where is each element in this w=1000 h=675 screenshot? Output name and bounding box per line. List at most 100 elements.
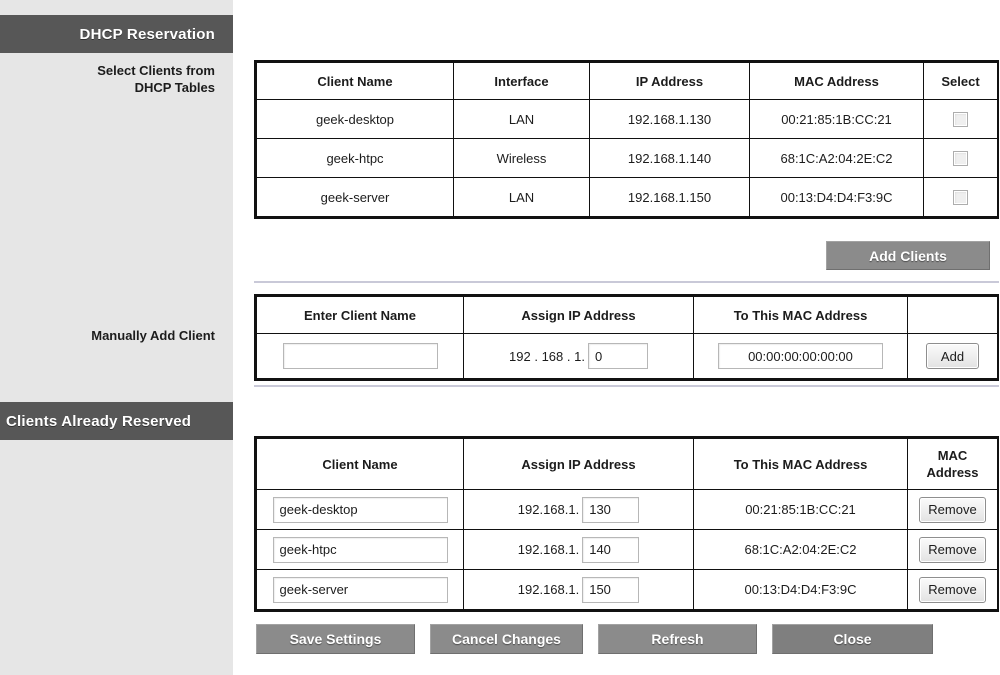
column-header-mac-address: MAC Address — [907, 438, 998, 490]
column-header-mac-address-line2: Address — [926, 465, 979, 480]
cell-mac-address: 68:1C:A2:04:2E:C2 — [693, 529, 908, 570]
column-header-mac-address-line1: MAC — [937, 448, 968, 463]
cell-remove-action: Remove — [907, 529, 998, 570]
cell-assign-ip-address: 192 . 168 . 1. — [463, 333, 694, 379]
close-button[interactable]: Close — [772, 624, 933, 654]
reserved-ip-prefix-label-1: 192.168.1. — [517, 542, 580, 557]
cell-select — [923, 177, 998, 217]
cell-ip-address: 192.168.1.150 — [589, 177, 750, 217]
cell-client-name — [256, 569, 464, 610]
cancel-changes-button[interactable]: Cancel Changes — [430, 624, 583, 654]
reserved-clients-table: Client Name Assign IP Address To This MA… — [254, 436, 999, 612]
footer-button-bar: Save Settings Cancel Changes Refresh Clo… — [256, 624, 933, 654]
manual-ip-prefix-label: 192 . 168 . 1. — [509, 348, 585, 364]
remove-button-2[interactable]: Remove — [919, 576, 986, 603]
label-select-clients-from-dhcp-tables: Select Clients from DHCP Tables — [5, 62, 215, 96]
cell-ip-address: 192.168.1.140 — [589, 138, 750, 178]
section-header-dhcp-reservation-label: DHCP Reservation — [79, 25, 215, 43]
label-select-clients-line1: Select Clients from — [97, 63, 215, 78]
manual-client-name-input[interactable] — [282, 343, 438, 369]
cell-mac-address: 00:13:D4:D4:F3:9C — [693, 569, 908, 610]
manual-add-button[interactable]: Add — [925, 343, 980, 369]
cell-mac-address: 00:13:D4:D4:F3:9C — [749, 177, 924, 217]
cell-remove-action: Remove — [907, 569, 998, 610]
reserved-client-name-input-2[interactable] — [272, 576, 448, 603]
remove-button-0[interactable]: Remove — [919, 496, 986, 523]
cell-to-this-mac-address — [693, 333, 908, 379]
column-header-interface: Interface — [453, 62, 590, 100]
cell-interface: LAN — [453, 99, 590, 139]
reserved-ip-prefix-label-2: 192.168.1. — [517, 582, 580, 597]
dhcp-reservation-page: DHCP Reservation Select Clients from DHC… — [0, 0, 1000, 675]
cell-ip-address: 192.168.1.130 — [589, 99, 750, 139]
cell-client-name: geek-htpc — [256, 138, 454, 178]
table-row: geek-server LAN 192.168.1.150 00:13:D4:D… — [256, 177, 998, 217]
reserved-ip-last-octet-input-0[interactable] — [582, 496, 640, 523]
cell-client-name — [256, 529, 464, 570]
column-header-to-this-mac-address: To This MAC Address — [693, 296, 908, 334]
reserved-ip-group-1: 192.168.1. — [464, 536, 693, 563]
add-clients-button[interactable]: Add Clients — [826, 241, 990, 270]
save-settings-button-label: Save Settings — [289, 631, 382, 647]
column-header-enter-client-name: Enter Client Name — [256, 296, 464, 334]
manual-mac-address-input[interactable] — [718, 343, 883, 369]
reserved-client-name-input-1[interactable] — [272, 536, 448, 563]
table-row: 192.168.1. 68:1C:A2:04:2E:C2 Remove — [256, 529, 998, 570]
divider-bottom — [254, 385, 999, 387]
select-checkbox-geek-server[interactable] — [953, 190, 968, 206]
manual-ip-address-group: 192 . 168 . 1. — [464, 343, 693, 369]
column-header-assign-ip-address: Assign IP Address — [463, 438, 694, 490]
table-header-row: Client Name Interface IP Address MAC Add… — [256, 62, 998, 100]
close-button-label: Close — [833, 631, 872, 647]
column-header-mac-address: MAC Address — [749, 62, 924, 100]
column-header-ip-address: IP Address — [589, 62, 750, 100]
dhcp-clients-table: Client Name Interface IP Address MAC Add… — [254, 60, 999, 219]
cell-client-name: geek-server — [256, 177, 454, 217]
cell-client-name: geek-desktop — [256, 99, 454, 139]
section-header-dhcp-reservation: DHCP Reservation — [0, 15, 233, 53]
save-settings-button[interactable]: Save Settings — [256, 624, 415, 654]
label-select-clients-line2: DHCP Tables — [134, 80, 215, 95]
reserved-ip-last-octet-input-2[interactable] — [582, 576, 640, 603]
cell-select — [923, 138, 998, 178]
cell-mac-address: 68:1C:A2:04:2E:C2 — [749, 138, 924, 178]
cell-client-name — [256, 489, 464, 530]
section-header-clients-already-reserved: Clients Already Reserved — [0, 402, 233, 440]
column-header-select: Select — [923, 62, 998, 100]
reserved-ip-last-octet-input-1[interactable] — [582, 536, 640, 563]
table-row: 192.168.1. 00:21:85:1B:CC:21 Remove — [256, 489, 998, 530]
column-header-client-name: Client Name — [256, 438, 464, 490]
cell-assign-ip-address: 192.168.1. — [463, 569, 694, 610]
main-content: Client Name Interface IP Address MAC Add… — [233, 0, 1000, 675]
cell-assign-ip-address: 192.168.1. — [463, 529, 694, 570]
select-checkbox-geek-desktop[interactable] — [953, 112, 968, 128]
column-header-to-this-mac-address: To This MAC Address — [693, 438, 908, 490]
reserved-ip-group-0: 192.168.1. — [464, 496, 693, 523]
cell-mac-address: 00:21:85:1B:CC:21 — [749, 99, 924, 139]
table-row: 192.168.1. 00:13:D4:D4:F3:9C Remove — [256, 569, 998, 610]
cell-select — [923, 99, 998, 139]
manual-ip-last-octet-input[interactable] — [587, 343, 648, 369]
reserved-client-name-input-0[interactable] — [272, 496, 448, 523]
cell-mac-address: 00:21:85:1B:CC:21 — [693, 489, 908, 530]
table-header-row: Enter Client Name Assign IP Address To T… — [256, 296, 998, 334]
column-header-manual-action — [907, 296, 998, 334]
cell-enter-client-name — [256, 333, 464, 379]
add-clients-button-label: Add Clients — [869, 247, 947, 264]
table-header-row: Client Name Assign IP Address To This MA… — [256, 438, 998, 490]
cell-interface: LAN — [453, 177, 590, 217]
remove-button-1[interactable]: Remove — [919, 536, 986, 563]
cancel-changes-button-label: Cancel Changes — [452, 631, 561, 647]
divider-top — [254, 281, 999, 283]
table-row: geek-desktop LAN 192.168.1.130 00:21:85:… — [256, 99, 998, 139]
manual-add-client-table: Enter Client Name Assign IP Address To T… — [254, 294, 999, 381]
cell-assign-ip-address: 192.168.1. — [463, 489, 694, 530]
refresh-button[interactable]: Refresh — [598, 624, 757, 654]
table-row: 192 . 168 . 1. Add — [256, 333, 998, 379]
cell-manual-add-action: Add — [907, 333, 998, 379]
cell-remove-action: Remove — [907, 489, 998, 530]
column-header-assign-ip-address: Assign IP Address — [463, 296, 694, 334]
select-checkbox-geek-htpc[interactable] — [953, 151, 968, 167]
table-row: geek-htpc Wireless 192.168.1.140 68:1C:A… — [256, 138, 998, 178]
label-manually-add-client: Manually Add Client — [91, 328, 215, 343]
